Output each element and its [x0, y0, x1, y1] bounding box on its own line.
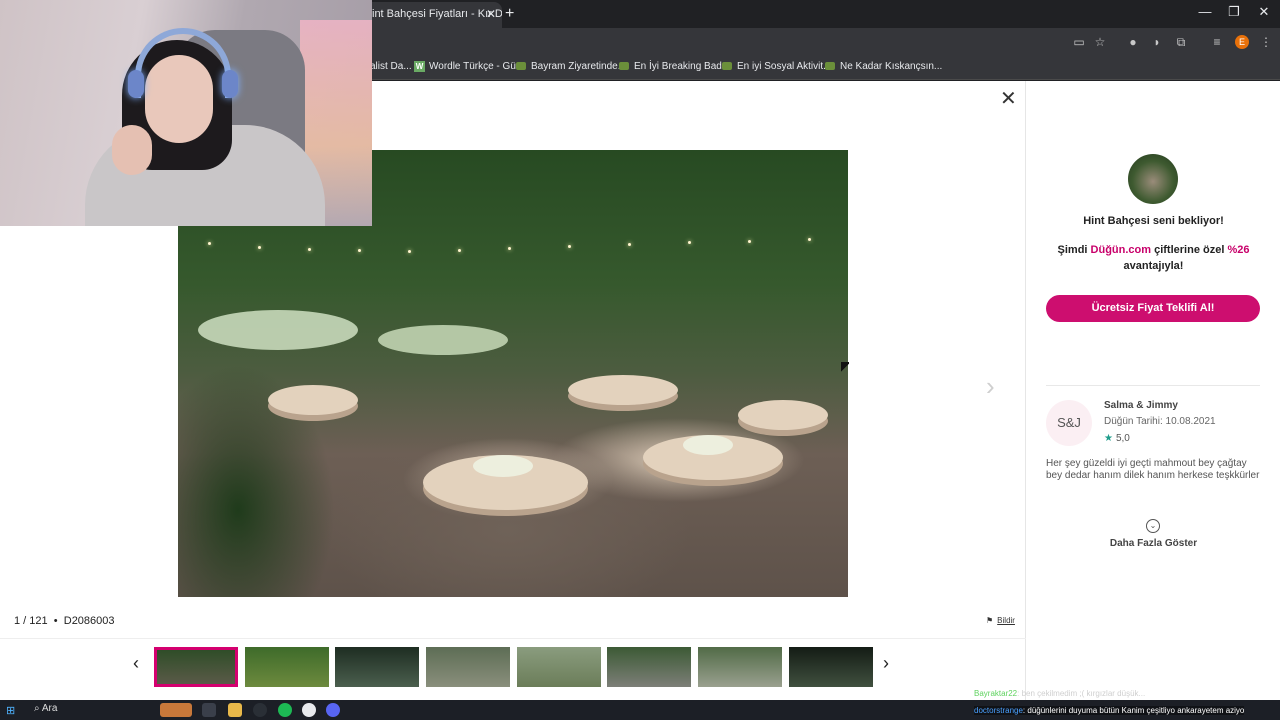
thumbnail-item[interactable] [426, 647, 510, 687]
bookmark-item[interactable]: En İyi Breaking Bad... [619, 61, 730, 72]
file-explorer-icon[interactable] [228, 703, 242, 717]
chat-message: doctorstrange: düğünlerini duyuma bütün … [974, 706, 1245, 715]
extensions-puzzle-icon[interactable]: ⧉ [1173, 34, 1189, 50]
taskbar-app-icon[interactable] [160, 703, 192, 717]
minimize-button[interactable]: — [1190, 4, 1220, 19]
thumbnail-next-icon[interactable]: › [883, 653, 889, 674]
photo-counter: 1 / 121 • D2086003 [14, 615, 115, 627]
bookmark-item[interactable]: W Wordle Türkçe - Gü... [414, 61, 524, 72]
install-app-icon[interactable]: ▭ [1071, 34, 1087, 50]
bookmark-star-icon[interactable]: ☆ [1092, 34, 1108, 50]
flag-icon: ⚑ [986, 616, 994, 625]
windows-start-icon[interactable]: ⊞ [6, 704, 18, 717]
folder-icon [619, 62, 629, 71]
mouse-cursor-icon [841, 362, 849, 374]
restore-button[interactable]: ❐ [1219, 4, 1249, 20]
folder-icon [722, 62, 732, 71]
profile-avatar[interactable]: E [1235, 35, 1249, 49]
spotify-icon[interactable] [278, 703, 292, 717]
show-more-button[interactable]: Daha Fazla Göster [1027, 538, 1280, 549]
bookmark-item[interactable]: En iyi Sosyal Aktivit... [722, 61, 831, 72]
chat-message: Bayraktar22: ben çekilmedim ;( kırgızlar… [974, 689, 1146, 698]
review-rating: ★ 5,0 [1104, 433, 1130, 444]
photo-code: D2086003 [63, 615, 115, 627]
thumbnail-item[interactable] [154, 647, 238, 687]
thumbnail-prev-icon[interactable]: ‹ [133, 653, 139, 674]
venue-sidebar: Hint Bahçesi seni bekliyor! Şimdi Düğün.… [1027, 81, 1280, 700]
wordle-icon: W [414, 61, 425, 72]
webcam-overlay [0, 0, 372, 226]
venue-avatar [1128, 154, 1178, 204]
window-close-button[interactable]: ✕ [1249, 4, 1279, 20]
extension-icon[interactable]: ● [1125, 34, 1141, 50]
thumbnail-item[interactable] [789, 647, 873, 687]
taskbar-search[interactable]: ⌕ Ara [34, 703, 57, 714]
gallery-close-icon[interactable]: ✕ [1000, 86, 1017, 111]
string-lights [178, 238, 848, 260]
thumbnail-item[interactable] [607, 647, 691, 687]
folder-icon [825, 62, 835, 71]
free-quote-button[interactable]: Ücretsiz Fiyat Teklifi Al! [1046, 295, 1260, 322]
next-photo-icon[interactable]: › [986, 371, 995, 402]
bookmark-item[interactable]: Ne Kadar Kıskançsın... [825, 61, 942, 72]
bookmark-item[interactable]: alist Da... [370, 61, 412, 72]
chrome-icon[interactable] [302, 703, 316, 717]
tab-title: int Bahçesi Fiyatları - Kır Düğü [372, 8, 502, 20]
reviewer-avatar: S&J [1046, 400, 1092, 446]
reviewer-name: Salma & Jimmy [1104, 400, 1178, 411]
wedding-date: Düğün Tarihi: 10.08.2021 [1104, 416, 1216, 427]
folder-icon [516, 62, 526, 71]
offer-text: Şimdi Düğün.com çiftlerine özel %26 [1057, 244, 1250, 256]
review-text: Her şey güzeldi iyi geçti mahmout bey ça… [1046, 458, 1260, 481]
discord-icon[interactable] [326, 703, 340, 717]
thumbnail-item[interactable] [335, 647, 419, 687]
browser-tab[interactable]: int Bahçesi Fiyatları - Kır Düğü ✕ [362, 2, 502, 28]
media-controls-icon[interactable]: ≡ [1209, 34, 1225, 50]
extension-audio-icon[interactable]: ◗ [1149, 34, 1165, 50]
thumbnail-item[interactable] [517, 647, 601, 687]
bookmark-item[interactable]: Bayram Ziyaretinde... [516, 61, 626, 72]
thumbnail-strip: ‹ › [0, 638, 1026, 700]
thumbnail-item[interactable] [245, 647, 329, 687]
divider [1046, 385, 1260, 386]
chevron-down-icon[interactable]: ⌄ [1146, 519, 1160, 533]
app-icon[interactable] [253, 703, 267, 717]
star-icon: ★ [1104, 433, 1113, 444]
venue-headline: Hint Bahçesi seni bekliyor! [1083, 215, 1224, 227]
report-link[interactable]: ⚑ Bildir [986, 616, 1015, 625]
new-tab-button[interactable]: + [505, 5, 514, 23]
tab-close-icon[interactable]: ✕ [486, 7, 496, 21]
menu-kebab-icon[interactable]: ⋮ [1258, 34, 1274, 50]
offer-text-suffix: avantajıyla! [1123, 260, 1184, 272]
thumbnail-item[interactable] [698, 647, 782, 687]
task-view-icon[interactable] [202, 703, 216, 717]
